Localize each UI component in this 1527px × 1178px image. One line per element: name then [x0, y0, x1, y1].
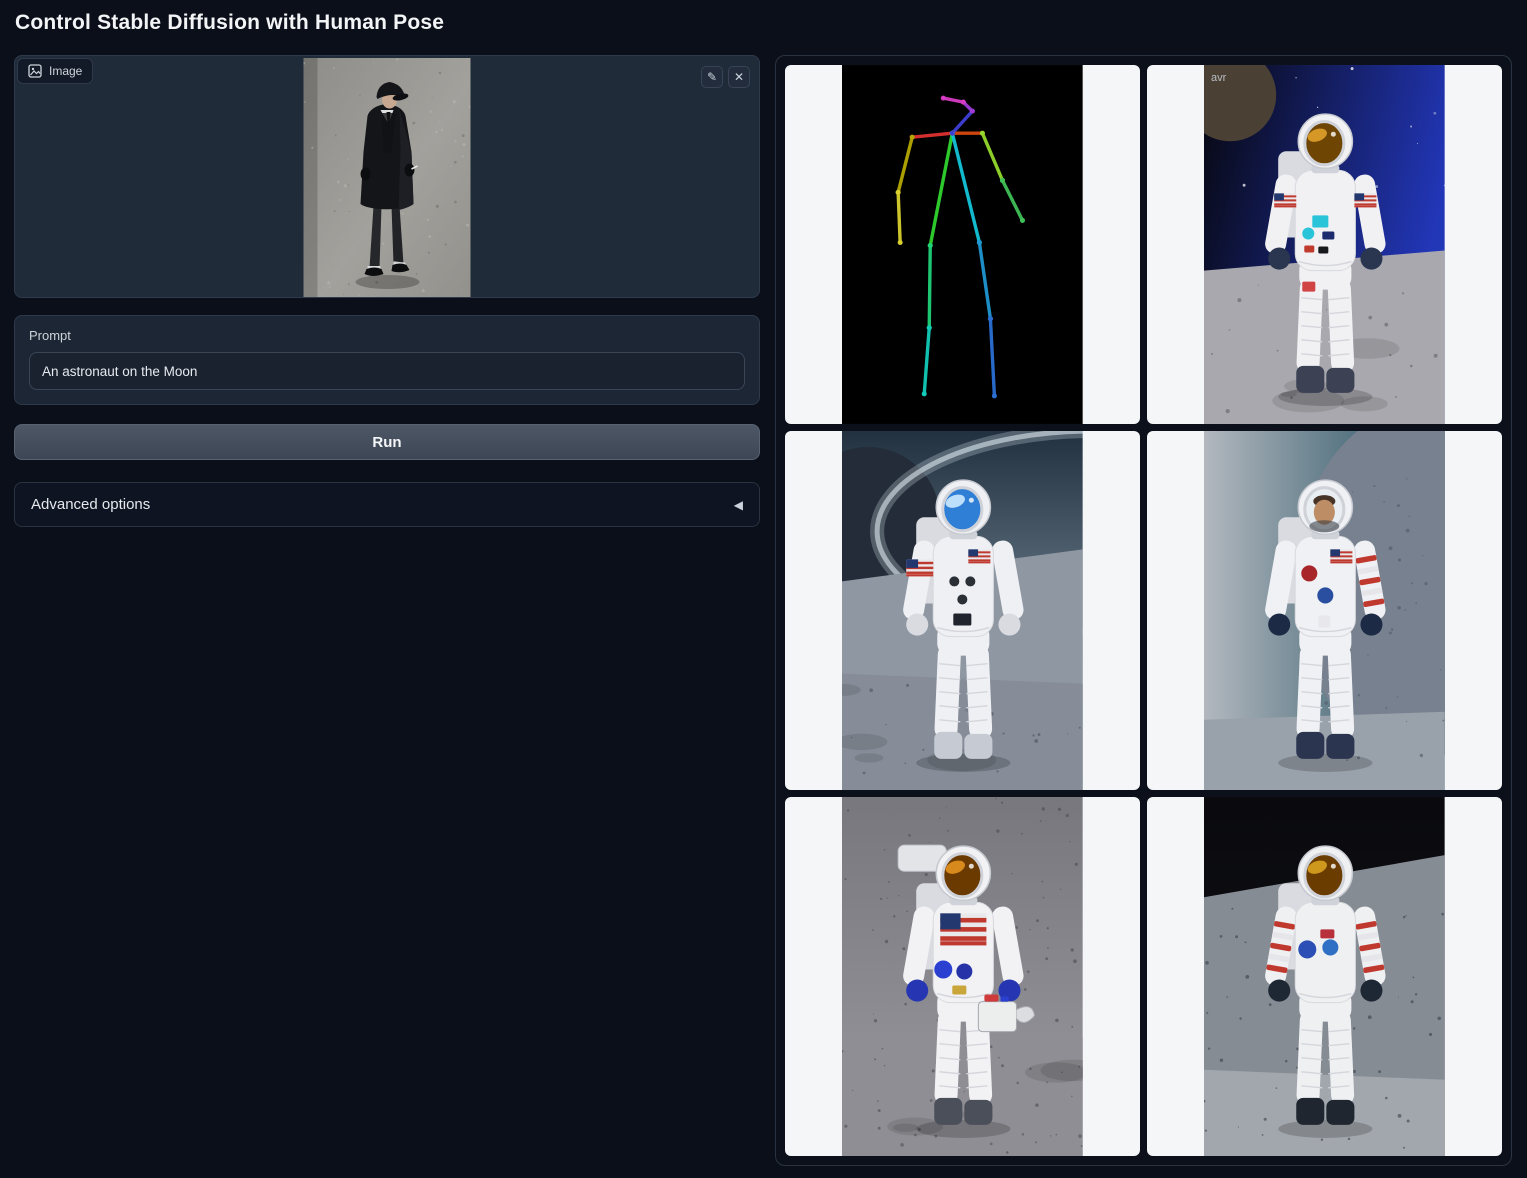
gallery-item-astronaut-striped-sleeves[interactable]: [1147, 797, 1502, 1156]
svg-text:avr: avr: [1211, 72, 1227, 84]
prompt-label: Prompt: [29, 328, 745, 343]
collapse-arrow-icon: ◀: [734, 498, 743, 512]
gallery-item-astronaut-toy[interactable]: avr: [1147, 65, 1502, 424]
prompt-input[interactable]: [29, 352, 745, 390]
advanced-options-label: Advanced options: [31, 496, 150, 513]
prompt-component: Prompt: [14, 315, 760, 405]
gallery-item-astronaut-face-visor[interactable]: [1147, 431, 1502, 790]
image-component-label: Image: [17, 58, 93, 84]
input-column: Image ✎ ✕ Prompt Run Advanced options: [14, 55, 760, 527]
output-gallery: avr: [775, 55, 1512, 1166]
advanced-options-accordion[interactable]: Advanced options ◀: [14, 482, 760, 527]
gallery-item-astronaut-flag-chest[interactable]: [785, 797, 1140, 1156]
clear-image-button[interactable]: ✕: [728, 66, 750, 88]
image-upload-component: Image ✎ ✕: [14, 55, 760, 298]
page-title: Control Stable Diffusion with Human Pose: [15, 11, 444, 35]
image-label-text: Image: [49, 64, 82, 78]
gallery-item-astronaut-blue-visor[interactable]: [785, 431, 1140, 790]
image-toolbar: ✎ ✕: [701, 66, 750, 88]
run-button[interactable]: Run: [14, 424, 760, 460]
gallery-grid: avr: [785, 65, 1502, 1156]
uploaded-pose-photo: [304, 58, 471, 297]
app-page: Control Stable Diffusion with Human Pose…: [0, 0, 1527, 1178]
edit-image-button[interactable]: ✎: [701, 66, 723, 88]
image-icon: [28, 64, 42, 78]
gallery-item-pose-map[interactable]: [785, 65, 1140, 424]
